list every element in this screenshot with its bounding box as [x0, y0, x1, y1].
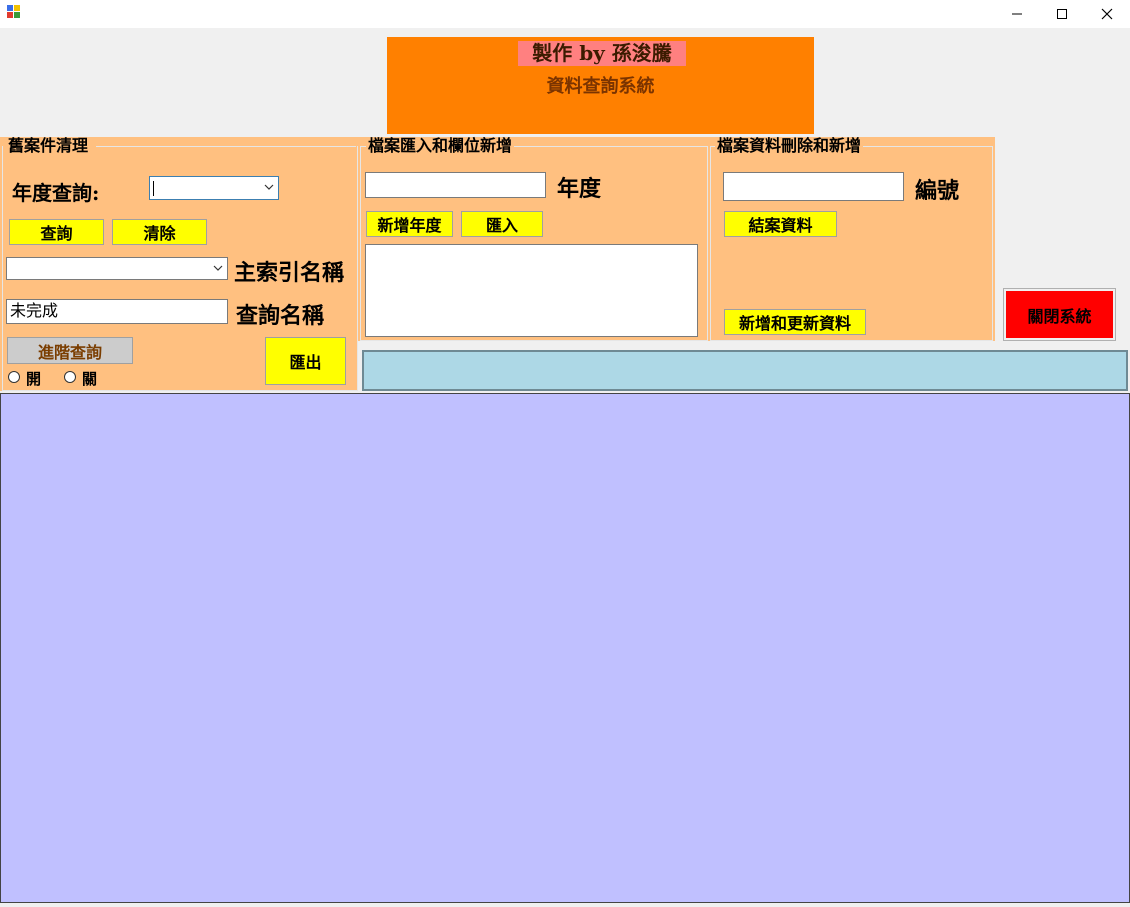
main-index-label: 主索引名稱 [234, 260, 345, 286]
import-button[interactable]: 匯入 [461, 211, 543, 237]
maximize-button[interactable] [1039, 0, 1085, 28]
title-bar [0, 0, 1130, 28]
radio-on-label: 開 [26, 370, 42, 388]
radio-off[interactable] [64, 371, 76, 383]
query-name-input[interactable]: 未完成 [6, 299, 228, 324]
close-button[interactable] [1084, 0, 1130, 28]
maximize-icon [1057, 9, 1067, 19]
minimize-button[interactable] [994, 0, 1040, 28]
advanced-query-button[interactable]: 進階查詢 [7, 337, 133, 364]
chevron-down-icon [264, 184, 274, 190]
main-index-select[interactable] [6, 257, 228, 280]
add-year-button[interactable]: 新增年度 [366, 211, 453, 237]
record-id-label: 編號 [915, 178, 960, 204]
chevron-down-icon [213, 265, 223, 271]
close-icon [1101, 8, 1113, 20]
import-group-title: 檔案匯入和欄位新增 [366, 136, 515, 155]
cleanup-group-title: 舊案件清理 [6, 136, 91, 155]
add-update-button[interactable]: 新增和更新資料 [724, 309, 866, 335]
clear-button[interactable]: 清除 [112, 219, 207, 245]
query-button[interactable]: 查詢 [9, 219, 104, 245]
system-title: 資料查詢系統 [546, 76, 655, 97]
status-strip [362, 350, 1128, 391]
close-case-button[interactable]: 結案資料 [724, 211, 837, 237]
year-query-select[interactable] [149, 176, 279, 200]
data-grid[interactable] [0, 393, 1130, 903]
app-icon [7, 5, 21, 19]
records-group-title: 檔案資料刪除和新增 [715, 136, 864, 155]
record-id-input[interactable] [723, 172, 904, 201]
import-year-input[interactable] [365, 172, 546, 198]
text-cursor [153, 181, 154, 196]
import-year-label: 年度 [557, 176, 602, 202]
import-textarea[interactable] [365, 244, 698, 337]
year-query-label: 年度查詢: [12, 181, 100, 205]
export-button[interactable]: 匯出 [265, 337, 346, 385]
minimize-icon [1012, 13, 1022, 15]
radio-on[interactable] [8, 371, 20, 383]
author-credit: 製作 by 孫浚騰 [518, 41, 686, 66]
exit-system-button[interactable]: 關閉系統 [1003, 288, 1116, 341]
radio-off-label: 關 [82, 370, 98, 388]
query-name-label: 查詢名稱 [236, 303, 325, 329]
